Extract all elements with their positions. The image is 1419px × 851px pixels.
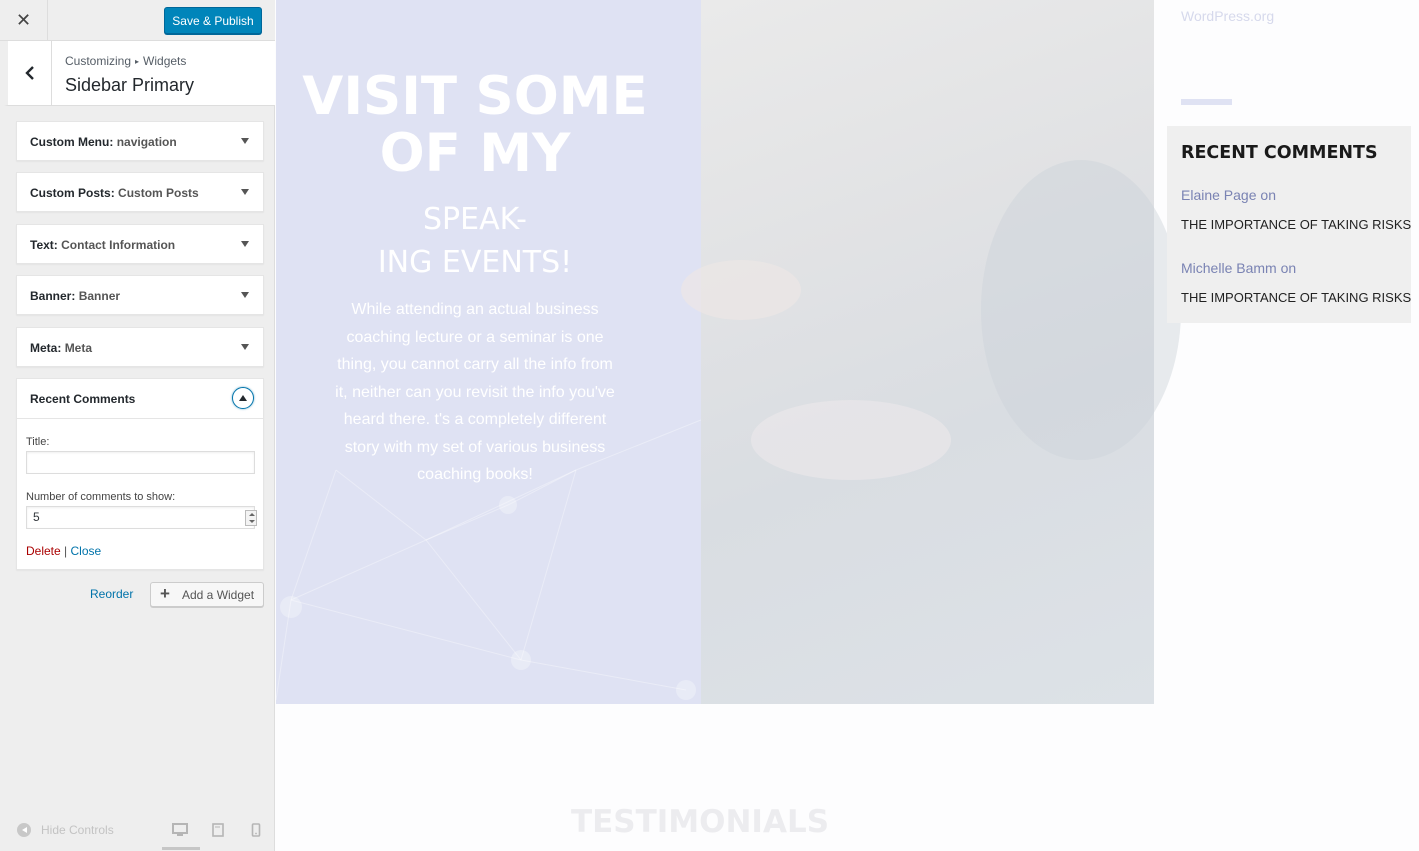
recent-comments-widget: RECENT COMMENTS Elaine Page on THE IMPOR…: [1167, 126, 1411, 323]
collapse-widget-button[interactable]: [232, 387, 254, 409]
comment-author: Elaine Page: [1181, 187, 1257, 203]
widget-text[interactable]: Text: Contact Information: [16, 224, 264, 264]
comment-post-link[interactable]: THE IMPORTANCE OF TAKING RISKS: [1181, 290, 1411, 305]
plus-icon: +: [160, 584, 170, 603]
customizer-panel: ✕ Save & Publish Customizing ▸ Widgets Sid…: [0, 0, 275, 851]
hero-paragraph: While attending an actual business coach…: [335, 301, 615, 483]
chevron-left-icon: [24, 66, 34, 80]
comment-author-link[interactable]: Michelle Bamm on: [1181, 260, 1296, 276]
spin-up-icon[interactable]: [249, 513, 255, 516]
active-device-indicator: [162, 847, 200, 850]
widget-name: navigation: [116, 135, 177, 149]
widget-actions: Delete | Close: [26, 544, 101, 558]
widget-sep: :: [57, 341, 65, 355]
comment-on: on: [1256, 187, 1276, 203]
actions-separator: |: [60, 544, 71, 558]
close-icon: ✕: [15, 10, 32, 30]
title-field-label: Title:: [26, 436, 50, 448]
tablet-preview-icon[interactable]: [212, 823, 224, 837]
hero-background-photo: [681, 0, 1181, 704]
widget-type: Meta: [30, 341, 58, 355]
close-widget-link[interactable]: Close: [70, 544, 101, 558]
title-field[interactable]: [26, 451, 255, 474]
breadcrumb: Customizing ▸ Widgets: [65, 54, 186, 68]
add-widget-button[interactable]: + Add a Widget: [150, 582, 264, 607]
comment-count-field[interactable]: 5: [26, 506, 257, 529]
customizer-header: ✕ Save & Publish: [0, 0, 275, 41]
widget-name: Banner: [78, 289, 121, 303]
mobile-preview-icon[interactable]: [251, 823, 261, 837]
expand-arrow-icon[interactable]: [241, 241, 249, 247]
hero-subtitle-line-1: SPEAK-: [423, 202, 527, 237]
expand-arrow-icon[interactable]: [241, 138, 249, 144]
testimonials-heading: TESTIMONIALS: [570, 804, 830, 840]
spin-down-icon[interactable]: [249, 520, 255, 523]
reorder-link[interactable]: Reorder: [90, 587, 133, 601]
site-preview: VISIT SOME OF MY SPEAK- ING EVENTS! While…: [275, 0, 1419, 851]
widget-recent-comments-header[interactable]: Recent Comments: [17, 379, 263, 419]
hero-subtitle-line-2: ING EVENTS!: [377, 245, 573, 280]
wordpress-org-link[interactable]: WordPress.org: [1181, 8, 1274, 24]
widget-title: Recent Comments: [30, 392, 136, 406]
comment-count-value: 5: [33, 510, 40, 524]
recent-comments-heading: RECENT COMMENTS: [1181, 143, 1378, 163]
widget-custom-menu[interactable]: Custom Menu: navigation: [16, 121, 264, 161]
widget-type: Custom Posts: [30, 186, 111, 200]
widget-name: Contact Information: [61, 238, 176, 252]
desktop-preview-icon[interactable]: [172, 823, 188, 837]
widget-sep: :: [71, 289, 79, 303]
comment-post-link[interactable]: THE IMPORTANCE OF TAKING RISKS: [1181, 217, 1411, 232]
chevron-up-icon: [239, 395, 247, 401]
widget-type: Text: [30, 238, 54, 252]
expand-arrow-icon[interactable]: [241, 292, 249, 298]
collapse-arrow-icon: [17, 823, 31, 837]
breadcrumb-parent: Customizing: [65, 54, 132, 68]
widget-type: Banner: [30, 289, 72, 303]
widget-recent-comments: Recent Comments Title: Number of comment…: [16, 378, 264, 570]
add-widget-label: Add a Widget: [182, 588, 255, 602]
comment-author: Michelle Bamm: [1181, 260, 1277, 276]
hide-controls-button[interactable]: Hide Controls: [17, 823, 114, 837]
widget-sep: :: [110, 186, 119, 200]
breadcrumb-current: Widgets: [143, 54, 187, 68]
sidebar-divider: [1181, 99, 1232, 105]
hero-overlay-panel: VISIT SOME OF MY SPEAK- ING EVENTS! While…: [276, 0, 701, 704]
hide-controls-label: Hide Controls: [41, 823, 114, 837]
close-customizer-button[interactable]: ✕: [0, 0, 48, 41]
save-publish-button[interactable]: Save & Publish: [164, 7, 262, 34]
delete-widget-link[interactable]: Delete: [26, 544, 61, 558]
count-field-label: Number of comments to show:: [26, 491, 176, 503]
expand-arrow-icon[interactable]: [241, 189, 249, 195]
widget-name: Custom Posts: [118, 186, 199, 200]
back-button[interactable]: [8, 41, 52, 105]
section-title-bar: Customizing ▸ Widgets Sidebar Primary: [4, 41, 275, 106]
widget-type: Custom Menu: [30, 135, 110, 149]
customizer-footer: Hide Controls: [0, 811, 275, 851]
widget-custom-posts[interactable]: Custom Posts: Custom Posts: [16, 172, 264, 212]
widget-banner[interactable]: Banner: Banner: [16, 275, 264, 315]
widget-meta[interactable]: Meta: Meta: [16, 327, 264, 367]
comment-on: on: [1276, 260, 1297, 276]
number-spinner[interactable]: [245, 510, 257, 526]
breadcrumb-separator-icon: ▸: [135, 57, 140, 66]
comment-author-link[interactable]: Elaine Page on: [1181, 187, 1276, 203]
hero-subtitle: SPEAK- ING EVENTS!: [276, 198, 674, 284]
section-title: Sidebar Primary: [65, 75, 195, 95]
hero-title: VISIT SOME OF MY: [302, 66, 648, 184]
widget-name: Meta: [64, 341, 93, 355]
expand-arrow-icon[interactable]: [241, 344, 249, 350]
widget-sep: :: [109, 135, 117, 149]
